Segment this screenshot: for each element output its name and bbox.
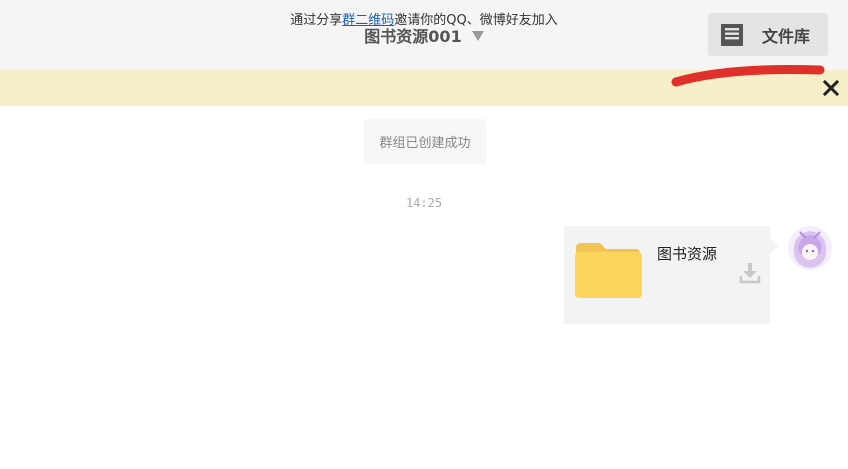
message-timestamp: 14:25 bbox=[405, 196, 443, 210]
invite-banner bbox=[0, 70, 848, 106]
close-icon[interactable] bbox=[822, 79, 840, 97]
folder-icon bbox=[575, 243, 642, 298]
banner-text-before: 通过分享 bbox=[290, 12, 343, 28]
banner-text-after: 邀请你的QQ、微博好友加入 bbox=[394, 12, 558, 28]
qr-code-link[interactable]: 群二维码 bbox=[342, 9, 394, 28]
avatar[interactable] bbox=[786, 224, 834, 272]
invite-banner-text: 通过分享 群二维码 邀请你的QQ、微博好友加入 bbox=[0, 0, 848, 36]
download-icon[interactable] bbox=[739, 262, 761, 284]
system-message-text: 群组已创建成功 bbox=[379, 136, 471, 151]
system-message: 群组已创建成功 bbox=[364, 119, 486, 164]
bubble-tail bbox=[770, 238, 778, 254]
chat-window: 图书资源001 文件库 通过分享 群二维码 邀请你的QQ、微博好友加入 群组已创建成… bbox=[0, 0, 848, 469]
file-name: 图书资源 bbox=[657, 245, 718, 263]
